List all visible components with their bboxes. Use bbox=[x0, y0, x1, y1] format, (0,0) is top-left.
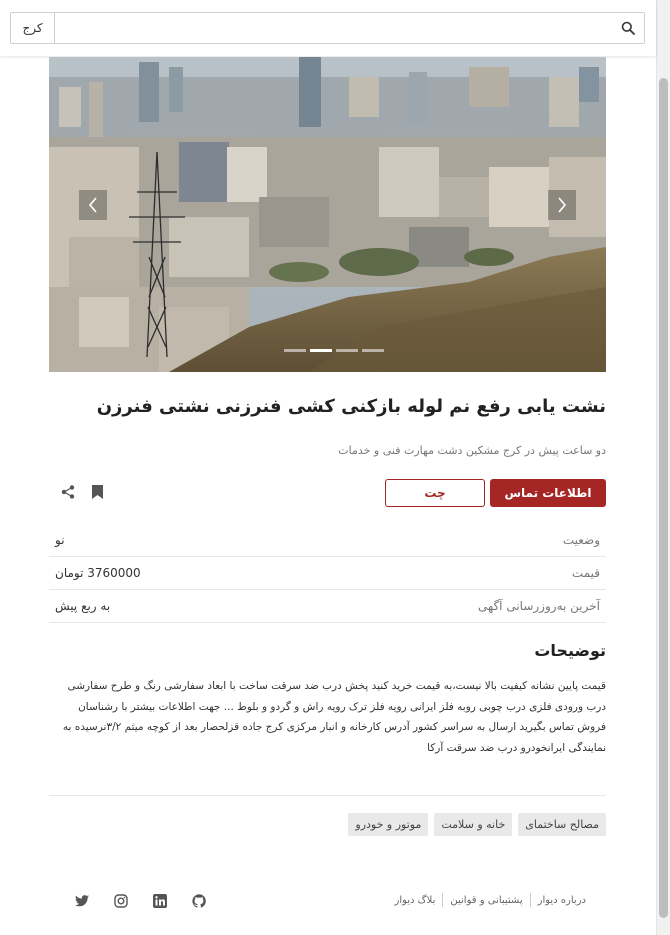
tag-motor-vehicle[interactable]: موتور و خودرو bbox=[348, 813, 429, 836]
divider bbox=[49, 795, 606, 796]
description-text: قیمت پایین نشانه کیفیت بالا نیست،به قیمت… bbox=[62, 680, 606, 754]
search-icon[interactable] bbox=[612, 13, 644, 43]
carousel-dot[interactable] bbox=[362, 349, 384, 352]
carousel-prev-button[interactable] bbox=[79, 190, 107, 220]
top-bar: کرج bbox=[0, 0, 656, 56]
info-value: 3760000 تومان bbox=[55, 566, 141, 580]
linkedin-icon[interactable] bbox=[152, 893, 168, 909]
info-key: وضعیت bbox=[562, 533, 600, 547]
share-icon[interactable] bbox=[60, 483, 76, 501]
footer-link-support[interactable]: پشتیبانی و قوانین bbox=[450, 895, 522, 906]
listing-subtitle: دو ساعت پیش در کرج مشکین دشت مهارت فنی و… bbox=[338, 444, 606, 457]
chevron-left-icon bbox=[88, 197, 97, 213]
info-row-price: قیمت 3760000 تومان bbox=[49, 557, 606, 590]
info-row-updated: آخرین به‌روزرسانی آگهی به ربع پیش bbox=[49, 590, 606, 623]
image-carousel[interactable] bbox=[49, 57, 606, 372]
footer-separator bbox=[529, 893, 531, 907]
tag-building-materials[interactable]: مصالح ساختمای bbox=[518, 813, 606, 836]
category-tags: مصالح ساختمای خانه و سلامت موتور و خودرو bbox=[49, 813, 606, 836]
twitter-icon[interactable] bbox=[74, 893, 90, 909]
chevron-right-icon bbox=[558, 197, 567, 213]
tag-home-health[interactable]: خانه و سلامت bbox=[434, 813, 513, 836]
footer-link-about[interactable]: درباره دیوار bbox=[538, 895, 586, 906]
carousel-dot[interactable] bbox=[336, 349, 358, 352]
search-box: کرج bbox=[10, 12, 645, 44]
footer-separator bbox=[442, 893, 444, 907]
carousel-dot[interactable] bbox=[284, 349, 306, 352]
listing-photo bbox=[49, 57, 606, 372]
social-links bbox=[74, 893, 207, 909]
info-value: به ربع پیش bbox=[55, 599, 111, 613]
footer-links: درباره دیوار پشتیبانی و قوانین بلاگ دیوا… bbox=[394, 893, 586, 907]
carousel-dot[interactable] bbox=[310, 349, 332, 352]
description-title: توضیحات bbox=[534, 641, 606, 660]
info-value: نو bbox=[55, 533, 65, 547]
chat-button[interactable]: چت bbox=[385, 479, 485, 507]
info-row-status: وضعیت نو bbox=[49, 524, 606, 557]
contact-info-button[interactable]: اطلاعات تماس bbox=[490, 479, 606, 507]
info-key: قیمت bbox=[571, 566, 600, 580]
bookmark-icon[interactable] bbox=[89, 483, 105, 501]
info-key: آخرین به‌روزرسانی آگهی bbox=[477, 599, 600, 613]
scrollbar-thumb[interactable] bbox=[659, 78, 668, 918]
carousel-dots bbox=[284, 349, 384, 352]
listing-title: نشت یابی رفع نم لوله بازکنی کشی فنرزنی ن… bbox=[96, 396, 606, 417]
footer-link-blog[interactable]: بلاگ دیوار bbox=[394, 895, 435, 906]
instagram-icon[interactable] bbox=[113, 893, 129, 909]
city-selector[interactable]: کرج bbox=[11, 13, 55, 43]
page-scrollbar[interactable] bbox=[656, 0, 670, 935]
info-table: وضعیت نو قیمت 3760000 تومان آخرین به‌روز… bbox=[49, 524, 606, 623]
carousel-next-button[interactable] bbox=[548, 190, 576, 220]
github-icon[interactable] bbox=[191, 893, 207, 909]
search-input[interactable] bbox=[55, 13, 612, 43]
